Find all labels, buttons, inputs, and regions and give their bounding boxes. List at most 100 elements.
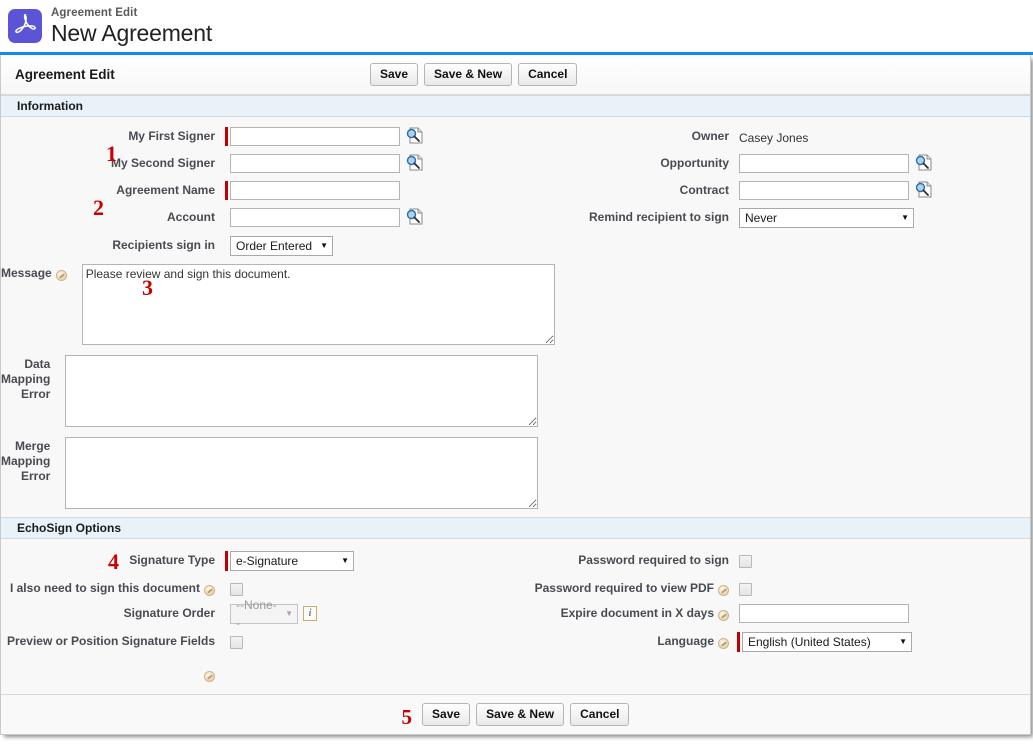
agreement-edit-panel: Agreement Edit Save Save & New Cancel In… bbox=[0, 55, 1031, 735]
page-header: Agreement Edit New Agreement bbox=[0, 0, 1033, 52]
label-contract: Contract bbox=[679, 183, 729, 197]
step-marker-5: 5 bbox=[401, 704, 413, 729]
info-icon[interactable]: i bbox=[303, 606, 317, 621]
label-i-also-need-to-sign: I also need to sign this document bbox=[1, 577, 215, 596]
agreement-name-input[interactable] bbox=[230, 181, 400, 200]
label-remind-recipient-to-sign: Remind recipient to sign bbox=[588, 210, 729, 224]
language-select[interactable]: English (United States) ▼ bbox=[742, 632, 912, 652]
help-icon[interactable] bbox=[204, 671, 215, 682]
required-indicator-placeholder bbox=[60, 437, 63, 456]
help-icon[interactable] bbox=[55, 270, 67, 281]
top-action-bar: Agreement Edit Save Save & New Cancel bbox=[1, 55, 1030, 95]
required-indicator-placeholder bbox=[77, 264, 80, 283]
data-mapping-error-textarea[interactable] bbox=[65, 355, 539, 427]
help-icon[interactable] bbox=[204, 585, 215, 596]
label-owner: Owner bbox=[691, 129, 729, 143]
lookup-icon[interactable] bbox=[405, 208, 423, 225]
label-message: Message bbox=[1, 262, 67, 281]
account-input[interactable] bbox=[230, 208, 400, 227]
preview-or-position-signature-fields-checkbox[interactable] bbox=[230, 636, 243, 649]
cancel-button-bottom[interactable]: Cancel bbox=[570, 703, 630, 726]
owner-value: Casey Jones bbox=[739, 131, 809, 145]
signature-type-select[interactable]: e-Signature ▼ bbox=[230, 551, 354, 571]
lookup-icon[interactable] bbox=[405, 154, 423, 171]
form-row: Data Mapping Error bbox=[1, 353, 1030, 427]
chevron-down-icon: ▼ bbox=[285, 609, 293, 618]
step-marker-4: 4 bbox=[108, 549, 119, 574]
label-i-also-need-to-sign-text: I also need to sign this document bbox=[9, 581, 200, 595]
label-account: Account bbox=[167, 210, 215, 224]
form-row: Recipients sign in Order Entered ▼ bbox=[1, 234, 1030, 256]
form-row: Preview or Position Signature Fields Lan… bbox=[1, 630, 1030, 682]
section-header-echosign-options: EchoSign Options bbox=[1, 517, 1030, 539]
panel-title: Agreement Edit bbox=[15, 67, 115, 82]
recipients-sign-in-value: Order Entered bbox=[236, 239, 313, 253]
lookup-icon[interactable] bbox=[914, 181, 932, 198]
cancel-button-top[interactable]: Cancel bbox=[518, 63, 578, 86]
required-indicator bbox=[225, 127, 228, 146]
page-title: New Agreement bbox=[51, 20, 213, 46]
form-row: Account Remind recipient to sign Never ▼ bbox=[1, 206, 1030, 228]
label-expire-document-in-x-days: Expire document in X days bbox=[516, 602, 729, 621]
required-indicator-placeholder bbox=[225, 208, 228, 227]
step-marker-3: 3 bbox=[142, 275, 153, 300]
opportunity-input[interactable] bbox=[739, 154, 909, 173]
help-icon[interactable] bbox=[718, 610, 729, 621]
signature-order-select[interactable]: --None-- ▼ bbox=[230, 598, 298, 630]
chevron-down-icon: ▼ bbox=[320, 241, 328, 250]
remind-recipient-to-sign-value: Never bbox=[745, 211, 778, 225]
password-required-to-view-pdf-checkbox[interactable] bbox=[739, 583, 752, 596]
help-icon[interactable] bbox=[718, 585, 729, 596]
language-value: English (United States) bbox=[748, 635, 871, 649]
label-data-mapping-error: Data Mapping Error bbox=[1, 357, 51, 401]
step-marker-1: 1 bbox=[106, 141, 117, 166]
my-first-signer-input[interactable] bbox=[230, 127, 400, 146]
label-preview-or-position-signature-fields: Preview or Position Signature Fields bbox=[1, 630, 215, 682]
label-agreement-name: Agreement Name bbox=[116, 183, 215, 197]
required-indicator bbox=[225, 551, 228, 571]
lookup-icon[interactable] bbox=[405, 127, 423, 144]
chevron-down-icon: ▼ bbox=[901, 213, 909, 222]
form-row: Merge Mapping Error bbox=[1, 435, 1030, 509]
expire-document-in-x-days-input[interactable] bbox=[739, 604, 909, 623]
save-button-bottom[interactable]: Save bbox=[422, 703, 471, 726]
save-and-new-button-top[interactable]: Save & New bbox=[424, 63, 513, 86]
required-indicator bbox=[225, 181, 228, 200]
form-row: I also need to sign this document Passwo… bbox=[1, 577, 1030, 596]
step-marker-2: 2 bbox=[93, 195, 104, 220]
required-indicator-placeholder bbox=[225, 604, 228, 624]
save-button-top[interactable]: Save bbox=[370, 63, 419, 86]
information-section-body: 1 2 3 My First Signer Owner Casey Jones … bbox=[1, 117, 1030, 517]
label-merge-mapping-error: Merge Mapping Error bbox=[1, 439, 51, 483]
label-message-text: Message bbox=[1, 266, 52, 280]
help-icon[interactable] bbox=[718, 638, 729, 649]
form-row: Signature Order --None-- ▼ i Expire docu… bbox=[1, 598, 1030, 630]
label-recipients-sign-in: Recipients sign in bbox=[112, 238, 215, 252]
label-expire-document-in-x-days-text: Expire document in X days bbox=[560, 606, 714, 620]
signature-order-value: --None-- bbox=[236, 598, 277, 630]
merge-mapping-error-textarea[interactable] bbox=[65, 437, 539, 509]
chevron-down-icon: ▼ bbox=[899, 637, 907, 646]
form-row: Agreement Name Contract bbox=[1, 179, 1030, 200]
required-indicator bbox=[737, 632, 740, 652]
label-signature-order: Signature Order bbox=[123, 606, 215, 620]
form-row: Signature Type e-Signature ▼ Password re… bbox=[1, 549, 1030, 571]
label-password-required-to-sign: Password required to sign bbox=[578, 553, 729, 567]
label-preview-or-position-text: Preview or Position Signature Fields bbox=[6, 634, 215, 648]
i-also-need-to-sign-checkbox[interactable] bbox=[230, 583, 243, 596]
label-opportunity: Opportunity bbox=[660, 156, 729, 170]
section-label-information: Information bbox=[17, 99, 83, 113]
password-required-to-sign-checkbox[interactable] bbox=[739, 555, 752, 568]
required-indicator-placeholder bbox=[225, 236, 228, 255]
recipients-sign-in-select[interactable]: Order Entered ▼ bbox=[230, 236, 333, 256]
save-and-new-button-bottom[interactable]: Save & New bbox=[476, 703, 565, 726]
echosign-options-body: 4 Signature Type e-Signature ▼ Password … bbox=[1, 539, 1030, 694]
contract-input[interactable] bbox=[739, 181, 909, 200]
remind-recipient-to-sign-select[interactable]: Never ▼ bbox=[739, 208, 914, 228]
lookup-icon[interactable] bbox=[914, 154, 932, 171]
label-password-required-to-view-pdf-text: Password required to view PDF bbox=[534, 581, 714, 595]
page-eyebrow: Agreement Edit bbox=[51, 7, 138, 19]
required-indicator-placeholder bbox=[60, 355, 63, 374]
my-second-signer-input[interactable] bbox=[230, 154, 400, 173]
section-header-information: Information bbox=[1, 95, 1030, 117]
